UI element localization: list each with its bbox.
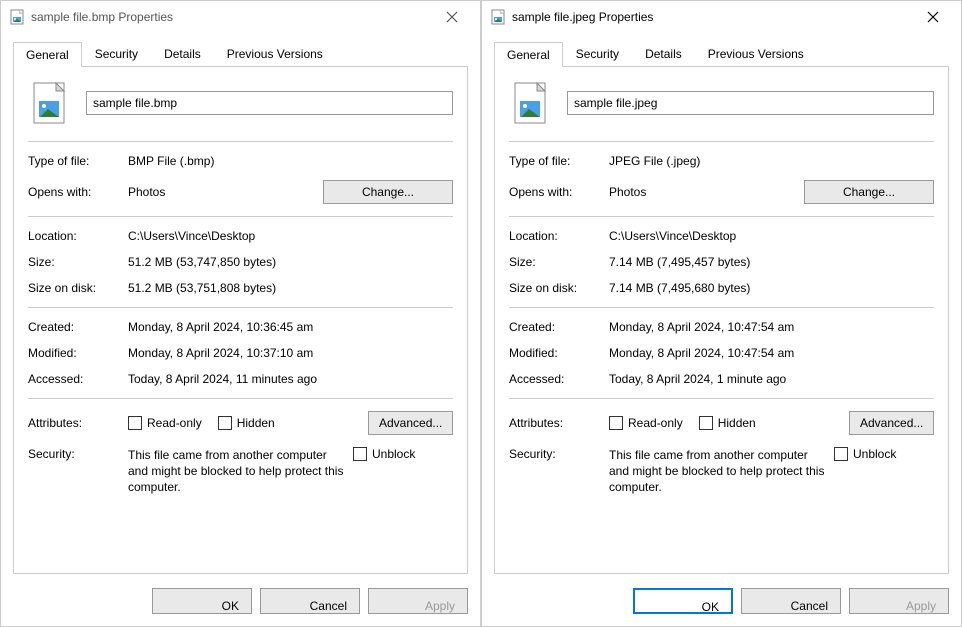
tab-previous-versions[interactable]: Previous Versions bbox=[695, 41, 817, 66]
security-text: This file came from another computer and… bbox=[609, 447, 834, 496]
tab-security[interactable]: Security bbox=[563, 41, 632, 66]
filename-input[interactable] bbox=[567, 91, 934, 115]
advanced-button[interactable]: Advanced... bbox=[849, 411, 934, 435]
attributes-label: Attributes: bbox=[509, 416, 609, 430]
attributes-label: Attributes: bbox=[28, 416, 128, 430]
accessed-label: Accessed: bbox=[509, 372, 609, 386]
close-icon[interactable] bbox=[432, 2, 472, 32]
tab-general[interactable]: General bbox=[13, 42, 82, 67]
file-type-icon bbox=[28, 81, 72, 125]
accessed-value: Today, 8 April 2024, 1 minute ago bbox=[609, 372, 934, 386]
size-on-disk-label: Size on disk: bbox=[509, 281, 609, 295]
readonly-checkbox[interactable]: Read-only bbox=[128, 416, 202, 430]
tab-strip: General Security Details Previous Versio… bbox=[494, 41, 949, 67]
readonly-label: Read-only bbox=[628, 416, 683, 430]
filename-input[interactable] bbox=[86, 91, 453, 115]
readonly-label: Read-only bbox=[147, 416, 202, 430]
tab-details[interactable]: Details bbox=[632, 41, 695, 66]
hidden-checkbox[interactable]: Hidden bbox=[699, 416, 756, 430]
size-value: 51.2 MB (53,747,850 bytes) bbox=[128, 255, 453, 269]
location-label: Location: bbox=[509, 229, 609, 243]
tab-details[interactable]: Details bbox=[151, 41, 214, 66]
modified-label: Modified: bbox=[28, 346, 128, 360]
accessed-label: Accessed: bbox=[28, 372, 128, 386]
created-label: Created: bbox=[509, 320, 609, 334]
opens-with-label: Opens with: bbox=[509, 185, 609, 199]
general-panel: Type of file: JPEG File (.jpeg) Opens wi… bbox=[494, 67, 949, 574]
type-value: BMP File (.bmp) bbox=[128, 154, 453, 168]
size-label: Size: bbox=[28, 255, 128, 269]
dialog-footer: OK Cancel Apply bbox=[482, 578, 961, 626]
hidden-label: Hidden bbox=[718, 416, 756, 430]
location-value: C:\Users\Vince\Desktop bbox=[128, 229, 453, 243]
cancel-button[interactable]: Cancel bbox=[260, 588, 360, 614]
change-button[interactable]: Change... bbox=[804, 180, 934, 204]
tab-security[interactable]: Security bbox=[82, 41, 151, 66]
change-button[interactable]: Change... bbox=[323, 180, 453, 204]
dialog-footer: OK Cancel Apply bbox=[1, 578, 480, 626]
security-label: Security: bbox=[28, 447, 128, 461]
type-value: JPEG File (.jpeg) bbox=[609, 154, 934, 168]
location-value: C:\Users\Vince\Desktop bbox=[609, 229, 934, 243]
size-label: Size: bbox=[509, 255, 609, 269]
hidden-checkbox[interactable]: Hidden bbox=[218, 416, 275, 430]
window-title: sample file.jpeg Properties bbox=[512, 10, 913, 24]
image-file-icon bbox=[9, 9, 25, 25]
titlebar[interactable]: sample file.jpeg Properties bbox=[482, 1, 961, 33]
unblock-checkbox[interactable]: Unblock bbox=[834, 447, 896, 461]
unblock-checkbox[interactable]: Unblock bbox=[353, 447, 415, 461]
hidden-label: Hidden bbox=[237, 416, 275, 430]
image-file-icon bbox=[490, 9, 506, 25]
size-value: 7.14 MB (7,495,457 bytes) bbox=[609, 255, 934, 269]
readonly-checkbox[interactable]: Read-only bbox=[609, 416, 683, 430]
unblock-label: Unblock bbox=[853, 447, 896, 461]
tab-general[interactable]: General bbox=[494, 42, 563, 67]
titlebar[interactable]: sample file.bmp Properties bbox=[1, 1, 480, 33]
advanced-button[interactable]: Advanced... bbox=[368, 411, 453, 435]
general-panel: Type of file: BMP File (.bmp) Opens with… bbox=[13, 67, 468, 574]
properties-dialog-jpeg: sample file.jpeg Properties General Secu… bbox=[481, 0, 962, 627]
properties-dialog-bmp: sample file.bmp Properties General Secur… bbox=[0, 0, 481, 627]
accessed-value: Today, 8 April 2024, 11 minutes ago bbox=[128, 372, 453, 386]
apply-button[interactable]: Apply bbox=[368, 588, 468, 614]
unblock-label: Unblock bbox=[372, 447, 415, 461]
size-on-disk-value: 51.2 MB (53,751,808 bytes) bbox=[128, 281, 453, 295]
type-label: Type of file: bbox=[509, 154, 609, 168]
modified-value: Monday, 8 April 2024, 10:37:10 am bbox=[128, 346, 453, 360]
type-label: Type of file: bbox=[28, 154, 128, 168]
apply-button[interactable]: Apply bbox=[849, 588, 949, 614]
opens-with-value: Photos bbox=[609, 185, 804, 199]
tab-strip: General Security Details Previous Versio… bbox=[13, 41, 468, 67]
opens-with-label: Opens with: bbox=[28, 185, 128, 199]
opens-with-value: Photos bbox=[128, 185, 323, 199]
tab-previous-versions[interactable]: Previous Versions bbox=[214, 41, 336, 66]
location-label: Location: bbox=[28, 229, 128, 243]
security-text: This file came from another computer and… bbox=[128, 447, 353, 496]
modified-label: Modified: bbox=[509, 346, 609, 360]
close-icon[interactable] bbox=[913, 2, 953, 32]
window-title: sample file.bmp Properties bbox=[31, 10, 432, 24]
modified-value: Monday, 8 April 2024, 10:47:54 am bbox=[609, 346, 934, 360]
ok-button[interactable]: OK bbox=[633, 588, 733, 614]
created-value: Monday, 8 April 2024, 10:47:54 am bbox=[609, 320, 934, 334]
security-label: Security: bbox=[509, 447, 609, 461]
ok-button[interactable]: OK bbox=[152, 588, 252, 614]
cancel-button[interactable]: Cancel bbox=[741, 588, 841, 614]
size-on-disk-label: Size on disk: bbox=[28, 281, 128, 295]
created-value: Monday, 8 April 2024, 10:36:45 am bbox=[128, 320, 453, 334]
file-type-icon bbox=[509, 81, 553, 125]
size-on-disk-value: 7.14 MB (7,495,680 bytes) bbox=[609, 281, 934, 295]
created-label: Created: bbox=[28, 320, 128, 334]
